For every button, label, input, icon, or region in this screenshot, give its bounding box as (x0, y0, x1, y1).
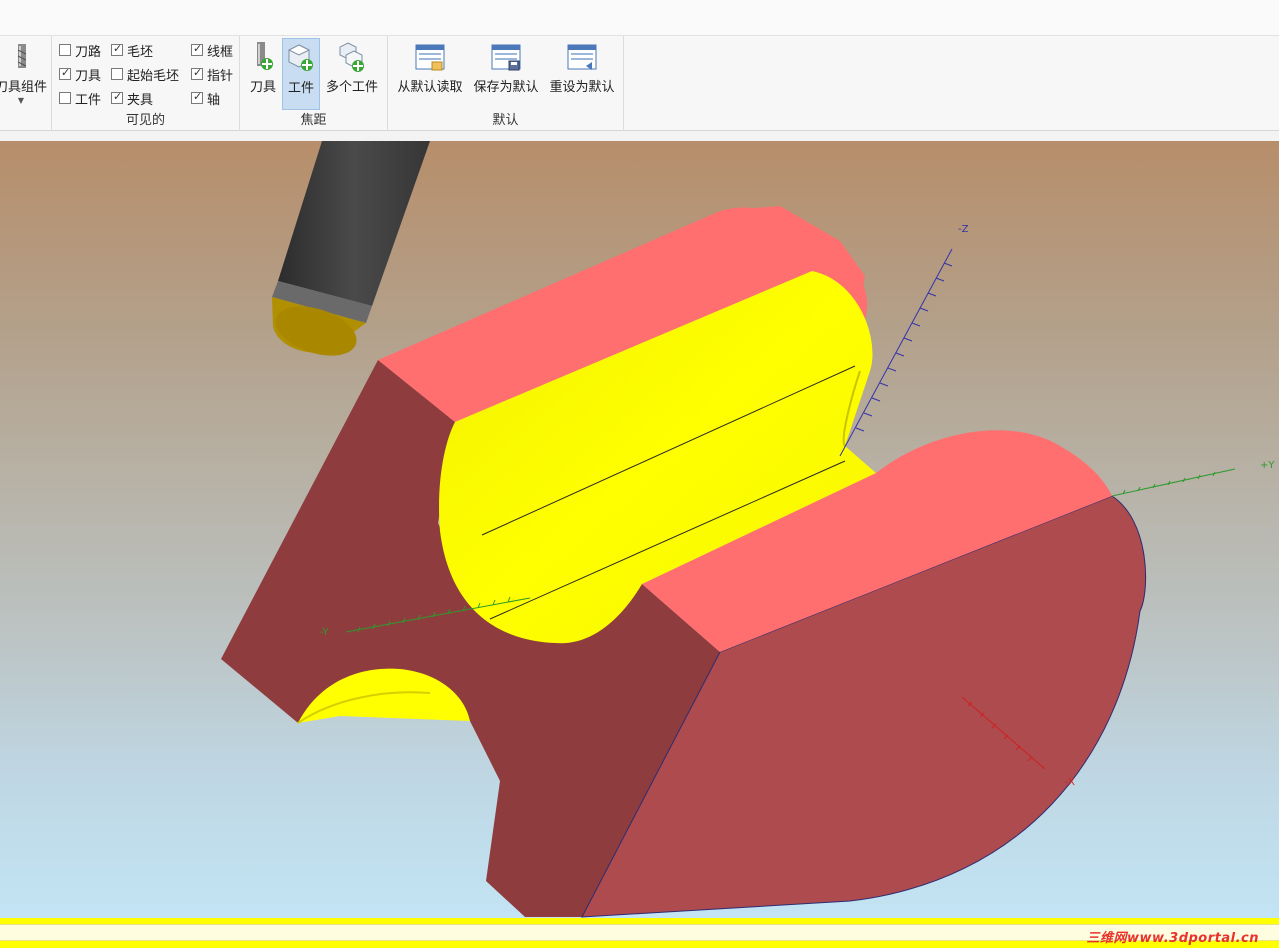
3d-viewport[interactable]: -Z +Y -Y -X (0, 141, 1279, 918)
checkbox-box[interactable] (111, 42, 123, 56)
reset-default-icon (566, 40, 598, 74)
focus-multiple-label: 多个工件 (325, 80, 378, 95)
checkbox-label: 指针 (207, 68, 234, 84)
group-label-default: 默认 (492, 113, 519, 128)
save-default-button[interactable]: 保存为默认 (470, 40, 542, 108)
checkbox-box[interactable] (191, 90, 203, 104)
checkbox-label: 工件 (75, 92, 102, 108)
checkbox-box[interactable] (111, 68, 123, 80)
checkbox-box[interactable] (59, 92, 71, 104)
checkbox-toolpath[interactable]: 刀路 (59, 41, 102, 60)
checkbox-tool[interactable]: 刀具 (59, 65, 102, 84)
checkbox-label: 毛坯 (127, 44, 154, 60)
axis-y-positive (1111, 468, 1236, 497)
group-label-visible: 可见的 (125, 113, 165, 128)
tool-assembly-icon (5, 40, 37, 74)
checkbox-label: 刀具 (75, 68, 102, 84)
checkbox-box[interactable] (191, 66, 203, 80)
focus-multiple-workpieces-button[interactable]: 多个工件 (323, 40, 381, 108)
ribbon-group-focus: 刀具 工件 多个工件 焦距 (240, 36, 388, 131)
checkbox-box[interactable] (59, 66, 71, 80)
focus-tool-button[interactable]: 刀具 (246, 40, 280, 108)
status-bar: 三维网www.3dportal.cn (0, 918, 1279, 948)
checkbox-workpiece[interactable]: 工件 (59, 89, 102, 108)
tool-assembly-button[interactable]: 刀具组件 ▼ (0, 40, 50, 108)
axis-label-neg-z: -Z (958, 224, 969, 235)
watermark: 三维网www.3dportal.cn (1086, 931, 1259, 946)
axis-label-neg-x: -X (1065, 777, 1075, 788)
checkbox-wireframe[interactable]: 线框 (191, 41, 234, 60)
ribbon: 刀具组件 ▼ 刀路 毛坯 线框 刀具 起始毛坯 指针 (0, 36, 1279, 131)
checkbox-stock[interactable]: 毛坯 (111, 41, 154, 60)
load-default-label: 从默认读取 (397, 80, 463, 95)
load-default-icon (414, 40, 446, 74)
checkbox-label: 轴 (207, 92, 221, 108)
checkbox-label: 起始毛坯 (127, 68, 180, 84)
tool-assembly-label: 刀具组件 (0, 80, 47, 95)
title-bar: ·· (0, 0, 1279, 36)
tool-holder (278, 141, 430, 306)
focus-workpiece-label: 工件 (287, 81, 314, 96)
focus-tool-label: 刀具 (249, 80, 276, 95)
save-default-label: 保存为默认 (473, 80, 539, 95)
checkbox-axis[interactable]: 轴 (191, 89, 221, 108)
checkbox-label: 夹具 (127, 92, 154, 108)
window-title: ·· (718, 0, 725, 5)
reset-default-button[interactable]: 重设为默认 (546, 40, 618, 108)
checkbox-box[interactable] (111, 90, 123, 104)
ribbon-group-visible: 刀路 毛坯 线框 刀具 起始毛坯 指针 工件 夹具 (52, 36, 240, 131)
multi-workpiece-focus-icon (336, 40, 368, 74)
group-label-focus: 焦距 (300, 113, 327, 128)
checkbox-pointer[interactable]: 指针 (191, 65, 234, 84)
load-default-button[interactable]: 从默认读取 (393, 40, 467, 108)
tool-focus-icon (247, 40, 279, 74)
checkbox-box[interactable] (59, 44, 71, 56)
workpiece-focus-icon (285, 41, 317, 75)
axis-label-pos-y: +Y (1260, 460, 1275, 471)
reset-default-label: 重设为默认 (549, 80, 615, 95)
axis-label-neg-y: -Y (320, 627, 329, 638)
cutting-tool[interactable] (269, 141, 430, 365)
checkbox-label: 刀路 (75, 44, 102, 60)
focus-workpiece-button[interactable]: 工件 (282, 38, 320, 110)
ribbon-group-default: 从默认读取 保存为默认 重设为默认 默认 (388, 36, 624, 131)
ribbon-group-tool-assembly: 刀具组件 ▼ (0, 36, 52, 131)
checkbox-fixture[interactable]: 夹具 (111, 89, 154, 108)
save-default-icon (490, 40, 522, 74)
chevron-down-icon[interactable]: ▼ (18, 96, 24, 105)
checkbox-box[interactable] (191, 42, 203, 56)
checkbox-label: 线框 (207, 44, 234, 60)
checkbox-initial-stock[interactable]: 起始毛坯 (111, 65, 180, 84)
